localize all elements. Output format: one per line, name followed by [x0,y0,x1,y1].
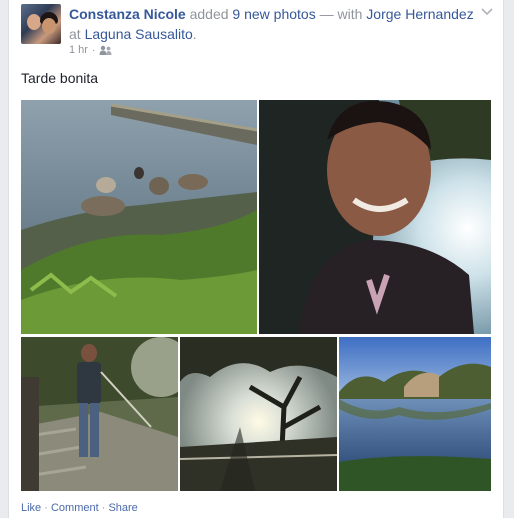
like-link[interactable]: Like [21,502,41,514]
post-card: Constanza Nicole added 9 new photos — wi… [8,0,504,518]
actions-separator: · [98,502,109,514]
friends-icon[interactable] [99,45,112,55]
timestamp-link[interactable]: 1 hr [69,44,88,56]
share-link[interactable]: Share [108,502,137,514]
chevron-down-icon[interactable] [481,8,493,16]
post-actions: Like · Comment · Share [21,502,138,514]
post-caption: Tarde bonita [21,70,99,86]
man-on-bridge-photo[interactable] [21,337,178,491]
photos-link[interactable]: 9 new photos [232,6,315,22]
location-link[interactable]: Laguna Sausalito [85,26,193,42]
lagoon-view-photo[interactable] [339,337,491,491]
actions-separator: · [41,502,51,514]
author-name-link[interactable]: Constanza Nicole [69,6,186,22]
post-headline: Constanza Nicole added 9 new photos — wi… [69,4,479,44]
verb-text: added [185,6,233,22]
smiling-man-photo[interactable] [259,100,491,334]
comment-link[interactable]: Comment [51,502,99,514]
meta-separator: · [91,44,96,56]
lake-rocks-photo[interactable] [21,100,257,334]
trailing-period: . [192,26,197,42]
tree-silhouette-photo[interactable] [180,337,337,491]
author-avatar[interactable] [21,4,61,44]
at-text: at [69,26,85,42]
with-text: — with [315,6,367,22]
tagged-person-link[interactable]: Jorge Hernandez [366,6,473,22]
post-meta: 1 hr · [69,44,112,56]
